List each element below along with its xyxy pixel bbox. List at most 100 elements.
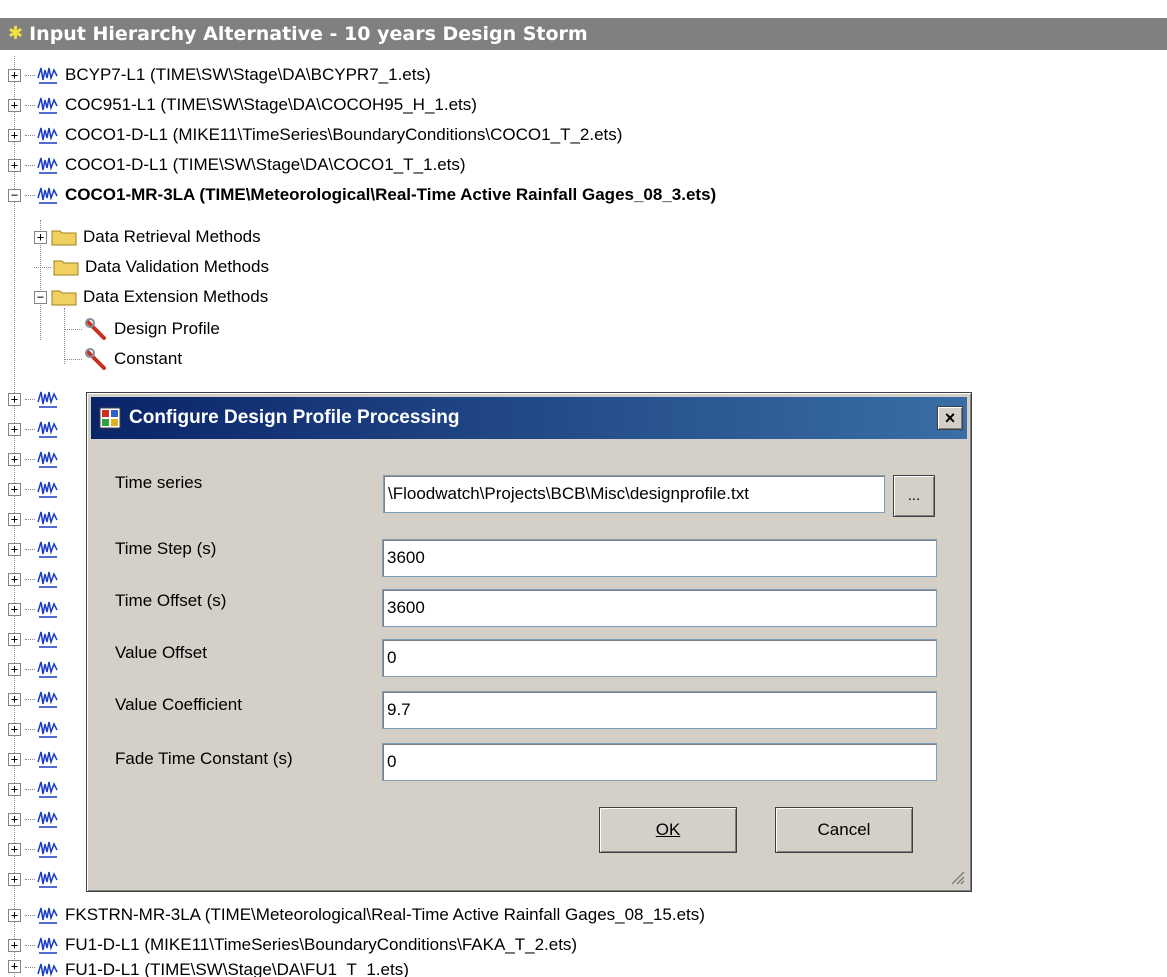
expand-icon[interactable]: +	[8, 68, 21, 82]
tree-node-label: COCO1-D-L1 (MIKE11\TimeSeries\BoundaryCo…	[65, 125, 623, 144]
close-button[interactable]: ×	[937, 406, 963, 430]
timeseries-icon	[37, 871, 58, 888]
tree-connector	[25, 788, 35, 790]
expand-icon[interactable]: +	[8, 812, 21, 826]
tree-connector	[25, 608, 35, 610]
ok-button[interactable]: OK	[599, 807, 737, 853]
tree-method-label: Constant	[114, 349, 183, 368]
tree-node-obscured[interactable]: +	[8, 624, 65, 654]
expand-icon[interactable]: +	[8, 482, 21, 496]
resize-grip-icon[interactable]	[949, 869, 965, 885]
expand-icon[interactable]: +	[8, 98, 21, 112]
tree-node-obscured[interactable]: +	[8, 834, 65, 864]
tree-folder[interactable]: − Data Extension Methods	[34, 282, 268, 312]
tree-connector	[25, 818, 35, 820]
expand-icon[interactable]: +	[8, 752, 21, 766]
panel-title: Input Hierarchy Alternative - 10 years D…	[29, 23, 588, 45]
cancel-button[interactable]: Cancel	[775, 807, 913, 853]
cancel-button-label: Cancel	[817, 820, 871, 839]
tree-node[interactable]: + COCO1-D-L1 (TIME\SW\Stage\DA\COCO1_T_1…	[8, 150, 466, 180]
expand-icon[interactable]: +	[8, 158, 21, 172]
wrench-icon	[85, 318, 106, 340]
expand-icon[interactable]: +	[8, 392, 21, 406]
tree-connector	[25, 194, 35, 196]
expand-icon[interactable]: +	[8, 572, 21, 586]
timeseries-icon	[37, 67, 58, 84]
tree-node-label: FKSTRN-MR-3LA (TIME\Meteorological\Real-…	[65, 905, 705, 924]
expand-icon[interactable]: +	[8, 692, 21, 706]
timeseries-icon	[37, 571, 58, 588]
dialog-title-bar[interactable]: Configure Design Profile Processing ×	[91, 397, 967, 439]
browse-button[interactable]: ...	[893, 475, 935, 517]
timeseries-icon	[37, 157, 58, 174]
timeseries-icon	[37, 841, 58, 858]
expand-icon[interactable]: +	[8, 938, 21, 952]
tree-node[interactable]: + COC951-L1 (TIME\SW\Stage\DA\COCOH95_H_…	[8, 90, 477, 120]
tree-node-obscured[interactable]: +	[8, 804, 65, 834]
time-step-label: Time Step (s)	[115, 539, 217, 558]
tree-node[interactable]: + COCO1-D-L1 (MIKE11\TimeSeries\Boundary…	[8, 120, 622, 150]
tree-node-label: BCYP7-L1 (TIME\SW\Stage\DA\BCYPR7_1.ets)	[65, 65, 431, 84]
value-offset-input[interactable]: 0	[382, 639, 937, 677]
expand-icon[interactable]: +	[8, 452, 21, 466]
tree-node-obscured[interactable]: +	[8, 444, 65, 474]
tree-node-obscured[interactable]: +	[8, 414, 65, 444]
tree-folder-label: Data Retrieval Methods	[83, 227, 261, 246]
tree-node-obscured[interactable]: +	[8, 684, 65, 714]
expand-icon[interactable]: +	[8, 842, 21, 856]
tree-node-selected[interactable]: − COCO1-MR-3LA (TIME\Meteorological\Real…	[8, 180, 716, 210]
tree-node[interactable]: + FU1-D-L1 (MIKE11\TimeSeries\BoundaryCo…	[8, 930, 577, 960]
expand-icon[interactable]: +	[8, 512, 21, 526]
expand-icon[interactable]: +	[8, 960, 21, 973]
expand-icon[interactable]: +	[8, 602, 21, 616]
expand-icon[interactable]: +	[8, 872, 21, 886]
tree-node-obscured[interactable]: +	[8, 744, 65, 774]
tree-node-obscured[interactable]: +	[8, 594, 65, 624]
expand-icon[interactable]: +	[8, 542, 21, 556]
tree-connector	[25, 134, 35, 136]
tree-connector	[25, 914, 35, 916]
tree-node[interactable]: + FU1-D-L1 (TIME\SW\Stage\DA\FU1_T_1.ets…	[8, 960, 409, 977]
expand-icon[interactable]: +	[8, 422, 21, 436]
tree-node-obscured[interactable]: +	[8, 384, 65, 414]
fade-time-constant-label: Fade Time Constant (s)	[115, 749, 293, 768]
fade-time-constant-input[interactable]: 0	[382, 743, 937, 781]
tree-folder[interactable]: + Data Retrieval Methods	[34, 222, 261, 252]
expand-icon[interactable]: +	[8, 662, 21, 676]
collapse-icon[interactable]: −	[8, 188, 21, 202]
folder-icon	[53, 260, 79, 276]
tree-node-obscured[interactable]: +	[8, 564, 65, 594]
tree-node-obscured[interactable]: +	[8, 774, 65, 804]
expand-icon[interactable]: +	[8, 632, 21, 646]
tree-method[interactable]: Constant	[64, 344, 182, 374]
timeseries-icon	[37, 811, 58, 828]
tree-method[interactable]: Design Profile	[64, 314, 220, 344]
tree-node-label: FU1-D-L1 (TIME\SW\Stage\DA\FU1_T_1.ets)	[65, 960, 409, 977]
value-coefficient-input[interactable]: 9.7	[382, 691, 937, 729]
time-step-input[interactable]: 3600	[382, 539, 937, 577]
tree-node[interactable]: + FKSTRN-MR-3LA (TIME\Meteorological\Rea…	[8, 900, 705, 930]
expand-icon[interactable]: +	[8, 128, 21, 142]
expand-icon[interactable]: +	[8, 782, 21, 796]
tree-node-label: COCO1-D-L1 (TIME\SW\Stage\DA\COCO1_T_1.e…	[65, 155, 466, 174]
time-offset-input[interactable]: 3600	[382, 589, 937, 627]
tree-node-obscured[interactable]: +	[8, 864, 65, 894]
configure-design-profile-dialog[interactable]: Configure Design Profile Processing × Ti…	[86, 392, 972, 892]
tree-folder[interactable]: Data Validation Methods	[34, 252, 269, 282]
tree-connector	[25, 848, 35, 850]
collapse-icon[interactable]: −	[34, 290, 47, 304]
tree-connector	[25, 638, 35, 640]
expand-icon[interactable]: +	[34, 230, 47, 244]
timeseries-icon	[37, 481, 58, 498]
time-series-input[interactable]: \Floodwatch\Projects\BCB\Misc\designprof…	[383, 475, 885, 513]
tree-node-obscured[interactable]: +	[8, 714, 65, 744]
tree-node-obscured[interactable]: +	[8, 474, 65, 504]
expand-icon[interactable]: +	[8, 722, 21, 736]
tree-node-obscured[interactable]: +	[8, 504, 65, 534]
expand-icon[interactable]: +	[8, 908, 21, 922]
tree-node-obscured[interactable]: +	[8, 654, 65, 684]
tree-node[interactable]: + BCYP7-L1 (TIME\SW\Stage\DA\BCYPR7_1.et…	[8, 60, 431, 90]
timeseries-icon	[37, 781, 58, 798]
value-coefficient-label: Value Coefficient	[115, 695, 242, 714]
tree-node-obscured[interactable]: +	[8, 534, 65, 564]
